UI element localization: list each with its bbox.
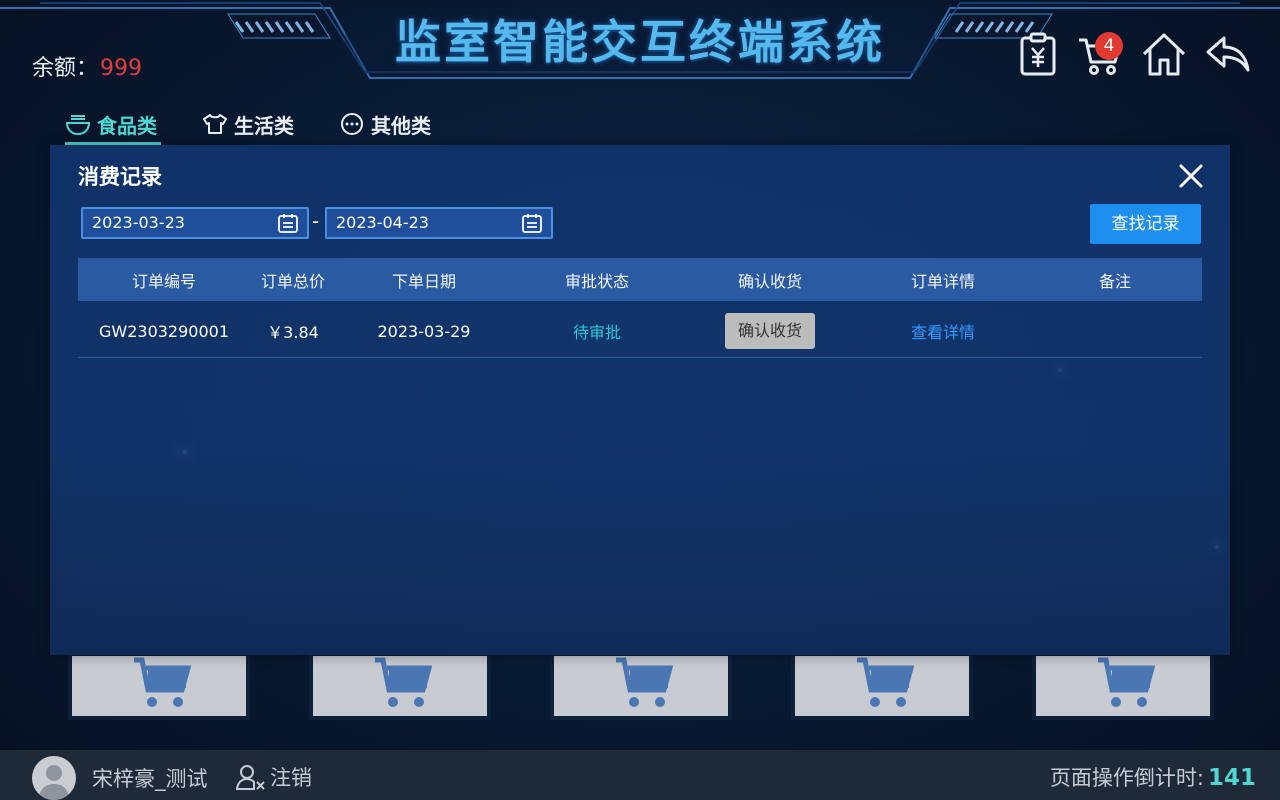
- balance-value: 999: [100, 56, 143, 81]
- tab-food-label: 食品类: [97, 113, 157, 138]
- approval-status: 待审批: [572, 323, 621, 342]
- shirt-icon: [203, 114, 227, 134]
- table-row: GW2303290001 ￥3.84 2023-03-29 待审批 确认收货 查…: [78, 305, 1202, 358]
- order-total: ￥3.84: [267, 323, 319, 342]
- end-date-value: 2023-04-23: [336, 213, 429, 232]
- tab-other[interactable]: 其他类: [339, 106, 431, 142]
- column-header: 下单日期: [391, 271, 456, 291]
- calendar-icon: [522, 214, 542, 233]
- countdown-label: 页面操作倒计时:: [1049, 766, 1204, 790]
- modal-title: 消费记录: [78, 165, 162, 189]
- user-remove-icon: [236, 765, 265, 790]
- tab-daily-label: 生活类: [234, 113, 294, 138]
- end-date-input[interactable]: 2023-04-23: [325, 207, 553, 239]
- balance-label: 余额：: [32, 56, 99, 81]
- start-date-value: 2023-03-23: [92, 213, 185, 232]
- column-header: 订单总价: [260, 271, 325, 291]
- view-details-link[interactable]: 查看详情: [858, 319, 1028, 343]
- logout-label: 注销: [270, 766, 312, 790]
- tab-other-label: 其他类: [371, 113, 431, 138]
- page-title: 监室智能交互终端系统: [395, 15, 885, 69]
- product-card[interactable]: [795, 656, 969, 716]
- product-card[interactable]: [72, 656, 246, 716]
- countdown-value: 141: [1207, 765, 1256, 791]
- back-icon[interactable]: [1204, 30, 1252, 78]
- column-header: 订单详情: [910, 271, 975, 291]
- order-date: 2023-03-29: [377, 321, 471, 341]
- user-name: 宋梓豪_测试: [92, 767, 208, 791]
- cart-placeholder-icon: [134, 657, 192, 707]
- start-date-input[interactable]: 2023-03-23: [81, 207, 309, 239]
- column-header: 备注: [1098, 271, 1131, 291]
- cart-count-badge: 4: [1095, 32, 1123, 60]
- footer-bar: 宋梓豪_测试 注销 页面操作倒计时: 141: [0, 750, 1280, 800]
- more-icon: [341, 113, 363, 135]
- cart-placeholder-icon: [375, 657, 433, 707]
- cart-placeholder-icon: [857, 657, 915, 707]
- product-card[interactable]: [554, 656, 728, 716]
- user-avatar-icon: [38, 765, 70, 800]
- countdown-timer: 页面操作倒计时: 141: [1050, 762, 1256, 792]
- bowl-icon: [65, 115, 91, 136]
- date-range-separator: -: [312, 209, 320, 233]
- avatar: [32, 756, 76, 800]
- product-card[interactable]: [1036, 656, 1210, 716]
- column-header: 确认收货: [737, 271, 802, 291]
- product-card[interactable]: [313, 656, 487, 716]
- close-icon[interactable]: [1176, 161, 1206, 191]
- cart-placeholder-icon: [1098, 657, 1156, 707]
- tab-food[interactable]: 食品类: [65, 106, 157, 142]
- confirm-receipt-cell: 确认收货: [682, 313, 858, 349]
- balance-display: 余额：999: [32, 50, 142, 82]
- calendar-icon: [278, 214, 298, 233]
- table-header: 订单编号 订单总价 下单日期 审批状态 确认收货 订单详情 备注: [78, 258, 1202, 301]
- cart-placeholder-icon: [616, 657, 674, 707]
- column-header: 订单编号: [131, 271, 196, 291]
- column-header: 审批状态: [564, 271, 629, 291]
- consumption-record-modal: 消费记录 2023-03-23 - 2023-04-23 查找记录 订单编号 订…: [50, 145, 1230, 655]
- logout-button[interactable]: 注销: [236, 762, 312, 792]
- search-records-button[interactable]: 查找记录: [1090, 204, 1201, 244]
- order-number: GW2303290001: [98, 321, 229, 341]
- home-icon[interactable]: [1140, 30, 1188, 78]
- tab-daily[interactable]: 生活类: [202, 106, 294, 142]
- receipt-icon[interactable]: [1014, 30, 1062, 78]
- confirm-receipt-button[interactable]: 确认收货: [725, 313, 815, 349]
